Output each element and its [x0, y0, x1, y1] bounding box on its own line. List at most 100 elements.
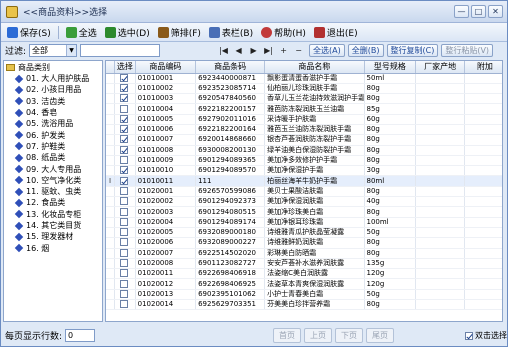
cell-extra[interactable] — [464, 299, 502, 311]
cell-origin[interactable] — [415, 299, 465, 311]
cell-spec[interactable]: 120g — [364, 278, 417, 290]
table-row[interactable]: 01010001 6923440000871 飘影蛋清蛋香滋护手霜 50ml — [106, 73, 502, 84]
row-select-cell[interactable] — [114, 186, 136, 198]
tree-item[interactable]: 12. 食品类 — [4, 197, 102, 208]
table-row[interactable]: 01020007 6922514502020 彩琳美白防晒霜 80g — [106, 248, 502, 259]
select-button[interactable]: 选中(D) — [102, 24, 153, 40]
row-checkbox[interactable] — [120, 289, 129, 298]
help-button[interactable]: 帮助(H) — [258, 24, 309, 40]
cell-code[interactable]: 01020001 — [135, 186, 197, 198]
table-row[interactable]: 01020005 6932089000180 诗维雅青瓜护肤晶莹凝露 50g — [106, 227, 502, 239]
cell-origin[interactable] — [415, 217, 465, 228]
column-header-barcode[interactable]: 商品条码 — [195, 61, 266, 74]
tree-item[interactable]: 04. 香皂 — [4, 107, 102, 118]
cell-origin[interactable] — [415, 134, 465, 146]
cell-name[interactable]: 美加净保湿润肤霜 — [264, 196, 365, 208]
cell-code[interactable]: 01010002 — [135, 83, 197, 95]
row-select-cell[interactable] — [114, 248, 136, 259]
cell-code[interactable]: 01020012 — [135, 278, 197, 290]
cell-extra[interactable] — [464, 258, 502, 270]
cell-extra[interactable] — [464, 248, 502, 259]
cell-origin[interactable] — [415, 237, 465, 249]
cell-name[interactable]: 采诗暖手护肤霜 — [264, 114, 365, 125]
row-checkbox[interactable] — [120, 83, 129, 92]
cell-name[interactable]: 美加净多效修护护手霜 — [264, 155, 365, 167]
cell-origin[interactable] — [415, 278, 465, 290]
cell-name[interactable]: 柏丽丝海羊牛奶护手霜 — [264, 175, 365, 187]
search-input[interactable] — [80, 44, 161, 57]
double-click-select-checkbox[interactable] — [465, 331, 473, 340]
cell-name[interactable]: 彩琳美白防晒霜 — [264, 248, 365, 259]
table-row[interactable]: 01020006 6932089000227 诗维雅鲜奶润肤霜 80g — [106, 237, 502, 249]
paste-row-button[interactable]: 整行粘贴(V) — [441, 44, 494, 57]
minimize-button[interactable]: — — [454, 5, 469, 18]
prev-page-button[interactable]: 上页 — [304, 328, 332, 343]
tree-item[interactable]: 01. 大人用护肤品 — [4, 73, 102, 84]
save-button[interactable]: 保存(S) — [4, 24, 54, 40]
table-row[interactable]: 01020008 6901123082727 安安芦荟补水滋养润肤露 135g — [106, 258, 502, 270]
row-checkbox[interactable] — [120, 258, 129, 267]
cell-origin[interactable] — [415, 289, 465, 301]
cell-origin[interactable] — [415, 268, 465, 280]
cell-origin[interactable] — [415, 114, 465, 125]
row-select-cell[interactable] — [114, 175, 136, 187]
cell-barcode[interactable]: 6922182200157 — [195, 103, 266, 115]
row-select-cell[interactable] — [114, 124, 136, 136]
row-select-cell[interactable] — [114, 134, 136, 146]
cell-name[interactable]: 美贝士果酸洁肤霜 — [264, 186, 365, 198]
cell-spec[interactable]: 85g — [364, 103, 417, 115]
cell-name[interactable]: 仙柏丽儿珍珠润肤手霜 — [264, 83, 365, 95]
tree-item[interactable]: 03. 洁齿类 — [4, 96, 102, 107]
row-checkbox[interactable] — [120, 238, 129, 247]
tree-item[interactable]: 02. 小孩日用品 — [4, 84, 102, 95]
cell-origin[interactable] — [415, 206, 465, 218]
cell-barcode[interactable]: 6930008200130 — [195, 145, 266, 156]
table-row[interactable]: 01020004 6901294089174 美加净银耳珍珠霜 100ml — [106, 217, 502, 228]
cell-origin[interactable] — [415, 175, 465, 187]
cell-spec[interactable]: 80g — [364, 134, 417, 146]
cell-origin[interactable] — [415, 73, 465, 84]
row-checkbox[interactable] — [120, 186, 129, 195]
next-record-button[interactable]: ▶ — [246, 44, 261, 57]
column-header-select[interactable]: 选择 — [114, 61, 136, 74]
table-row[interactable]: I 01010011 111 柏丽丝海羊牛奶护手霜 80ml — [106, 175, 502, 187]
cell-code[interactable]: 01010011 — [135, 175, 197, 187]
cell-origin[interactable] — [415, 83, 465, 95]
row-checkbox[interactable] — [120, 166, 129, 175]
cell-spec[interactable]: 80g — [364, 83, 417, 95]
cell-extra[interactable] — [464, 268, 502, 280]
cell-barcode[interactable]: 6922182200164 — [195, 124, 266, 136]
table-row[interactable]: 01020011 6922698406918 法姿缩C美白润肤露 120g — [106, 268, 502, 280]
copy-row-button[interactable]: 整行复制(C) — [386, 44, 439, 57]
tree-item[interactable]: 08. 纸品类 — [4, 152, 102, 163]
cell-code[interactable]: 01010006 — [135, 124, 197, 136]
filter-select[interactable]: 全部 ▼ — [29, 44, 78, 57]
cell-origin[interactable] — [415, 145, 465, 156]
cell-origin[interactable] — [415, 103, 465, 115]
exit-button[interactable]: 退出(E) — [311, 24, 361, 40]
row-checkbox[interactable] — [120, 176, 129, 185]
cell-origin[interactable] — [415, 227, 465, 239]
cell-code[interactable]: 01020013 — [135, 289, 197, 301]
cell-spec[interactable]: 120g — [364, 268, 417, 280]
cell-code[interactable]: 01010007 — [135, 134, 197, 146]
cell-barcode[interactable]: 6922514502020 — [195, 248, 266, 259]
row-select-cell[interactable] — [114, 299, 136, 311]
row-checkbox[interactable] — [120, 114, 129, 123]
column-header-code[interactable]: 商品编码 — [135, 61, 197, 74]
cell-extra[interactable] — [464, 155, 502, 167]
cell-extra[interactable] — [464, 217, 502, 228]
tree-item[interactable]: 15. 理发器材 — [4, 231, 102, 242]
cell-barcode[interactable]: 6920014868660 — [195, 134, 266, 146]
cell-name[interactable]: 安安芦荟补水滋养润肤露 — [264, 258, 365, 270]
tree-item[interactable]: 16. 烟 — [4, 242, 102, 253]
cell-barcode[interactable]: 6901294092373 — [195, 196, 266, 208]
cell-origin[interactable] — [415, 186, 465, 198]
column-header-extra[interactable]: 附加 — [464, 61, 502, 74]
tree-item[interactable]: 14. 其它类目货 — [4, 220, 102, 231]
cell-spec[interactable]: 50g — [364, 227, 417, 239]
row-checkbox[interactable] — [120, 269, 129, 278]
cell-barcode[interactable]: 6901294089365 — [195, 155, 266, 167]
page-rows-input[interactable]: 0 — [65, 328, 96, 342]
row-select-cell[interactable] — [114, 227, 136, 239]
